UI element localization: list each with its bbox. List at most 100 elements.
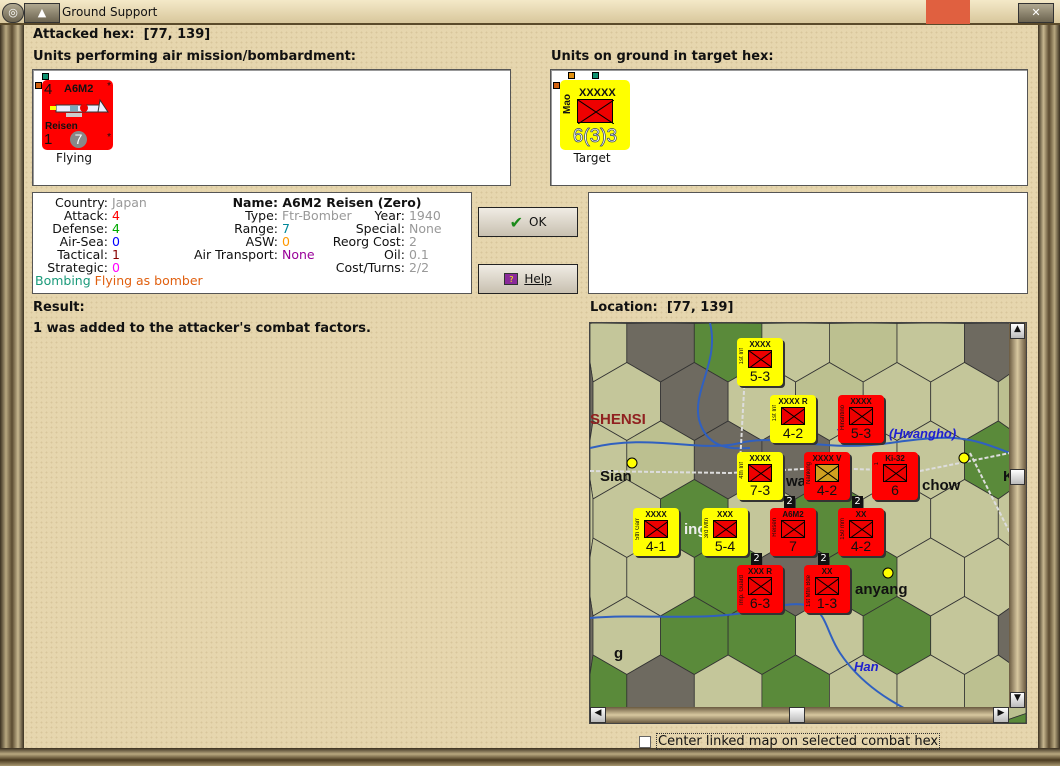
result-label: Result: bbox=[33, 300, 85, 315]
stack-count-badge: 2 bbox=[784, 496, 795, 508]
unit-type-symbol bbox=[713, 520, 737, 538]
map-unit-counter[interactable]: XXX R 6-3 Imp. Guard bbox=[737, 565, 783, 613]
title-bar: ◎ ▲ Ground Support ✕ bbox=[0, 0, 1060, 25]
checkbox-label: Center linked map on selected combat hex bbox=[656, 733, 941, 750]
scroll-right-arrow[interactable]: ▶ bbox=[993, 707, 1009, 723]
counter-name: Imp. Guard bbox=[739, 575, 745, 606]
vertical-scroll-thumb[interactable] bbox=[1010, 469, 1025, 485]
attackers-list[interactable]: 4 A6M2 * Reisen 1 7 * Flying bbox=[32, 69, 511, 186]
counter-name: 4th Inf bbox=[739, 462, 745, 479]
unit-info-panel: Country: Japan Attack: 4 Defense: 4 Air-… bbox=[32, 192, 472, 294]
map-vertical-scrollbar[interactable]: ▲ ▼ bbox=[1009, 323, 1026, 708]
river-label: Han bbox=[854, 659, 879, 674]
map-unit-counter[interactable]: XX 4-2 150 mm bbox=[838, 508, 884, 556]
system-menu-icon[interactable]: ◎ bbox=[2, 3, 24, 23]
infantry-symbol bbox=[577, 99, 615, 125]
unit-type-symbol bbox=[815, 577, 839, 595]
info-col-2: Name: A6M2 Reisen (Zero) Type: Ftr-Bombe… bbox=[193, 195, 422, 262]
window-title: Ground Support bbox=[62, 5, 158, 19]
unit-type-symbol bbox=[748, 577, 772, 595]
counter-strength: 4-2 bbox=[816, 482, 838, 498]
unit-status: Flying bbox=[56, 151, 92, 165]
map-unit-counter[interactable]: XXXX 5-3 1st Inf bbox=[737, 338, 783, 386]
scroll-down-arrow[interactable]: ▼ bbox=[1010, 692, 1025, 708]
attackers-heading: Units performing air mission/bombardment… bbox=[33, 49, 357, 64]
map-unit-counter[interactable]: XX 1-3 1st Mtn Bde bbox=[804, 565, 850, 613]
counter-strength: 4-1 bbox=[645, 538, 667, 554]
counter-strength: 4-2 bbox=[850, 538, 872, 554]
checkbox-box[interactable] bbox=[639, 735, 651, 748]
window-frame-left bbox=[0, 25, 24, 766]
close-button[interactable]: ✕ bbox=[1018, 3, 1054, 23]
counter-name: Hinshtino bbox=[840, 405, 846, 431]
map-unit-counter[interactable]: XXXX 7-3 4th Inf bbox=[737, 452, 783, 500]
counter-attack: 4 bbox=[44, 81, 53, 98]
unit-counter-mao[interactable]: XXXXX Mao 6(3)3 bbox=[560, 80, 630, 150]
info-col-3: Year: 1940 Special: None Reorg Cost: 2 O… bbox=[332, 208, 442, 275]
counter-name: 1st Inf bbox=[739, 348, 745, 365]
counter-name: 1st Inf bbox=[772, 405, 778, 422]
map-unit-counter[interactable]: XXXX 4-1 5th Garr bbox=[633, 508, 679, 556]
counter-strength: 5-3 bbox=[749, 368, 771, 384]
help-label: Help bbox=[524, 272, 552, 286]
unit-type-symbol bbox=[883, 464, 907, 482]
defenders-list[interactable]: XXXXX Mao 6(3)3 Target bbox=[550, 69, 1028, 186]
stack-count-badge: 2 bbox=[852, 496, 863, 508]
unit-type-symbol bbox=[849, 520, 873, 538]
map-unit-counter[interactable]: Ki-32 6 1 bbox=[872, 452, 918, 500]
attacked-hex: Attacked hex: [77, 139] bbox=[33, 27, 211, 42]
map-unit-counter[interactable]: XXXX R 4-2 1st Inf bbox=[770, 395, 816, 443]
counter-name: 1st Mtn Bde bbox=[806, 575, 812, 608]
unit-status: Target bbox=[573, 151, 611, 165]
place-label: anyang bbox=[855, 581, 908, 598]
unit-counter-a6m2[interactable]: 4 A6M2 * Reisen 1 7 * bbox=[42, 80, 113, 150]
result-text: 1 was added to the attacker's combat fac… bbox=[33, 321, 371, 336]
ok-label: OK bbox=[529, 215, 547, 229]
map-unit-counter[interactable]: A6M2 7 Reisen bbox=[770, 508, 816, 556]
counter-strength: 4-2 bbox=[782, 425, 804, 441]
map-unit-counter[interactable]: XXXX 5-3 Hinshtino bbox=[838, 395, 884, 443]
counter-name: Nanking bbox=[806, 462, 812, 485]
ok-button[interactable]: ✔ OK bbox=[478, 207, 578, 237]
mission-type: Bombing bbox=[35, 273, 91, 288]
collapse-button[interactable]: ▲ bbox=[24, 3, 60, 23]
scroll-left-arrow[interactable]: ◀ bbox=[590, 707, 606, 723]
window-frame-right bbox=[1038, 25, 1060, 766]
map-unit-counter[interactable]: XXXX V 4-2 Nanking bbox=[804, 452, 850, 500]
map-view[interactable]: SHENSI Sian wa chow ing anyang K g Y (Hw… bbox=[589, 322, 1027, 724]
counter-strength: 7-3 bbox=[749, 482, 771, 498]
mission-note: Flying as bomber bbox=[94, 273, 203, 288]
stack-count-badge: 2 bbox=[818, 553, 829, 565]
center-map-checkbox[interactable]: Center linked map on selected combat hex bbox=[639, 733, 941, 750]
unit-type-symbol bbox=[781, 407, 805, 425]
help-button[interactable]: ? Help bbox=[478, 264, 578, 294]
place-label: chow bbox=[922, 477, 961, 494]
unit-type-symbol bbox=[644, 520, 668, 538]
counter-star: * bbox=[107, 132, 111, 143]
counter-name: 3rd Mtn bbox=[704, 518, 710, 539]
map-unit-counter[interactable]: XXX 5-4 3rd Mtn bbox=[702, 508, 748, 556]
location-label: Location: [77, 139] bbox=[590, 300, 734, 315]
scroll-up-arrow[interactable]: ▲ bbox=[1010, 323, 1025, 339]
counter-strength: 7 bbox=[789, 538, 797, 554]
unit-type-symbol bbox=[849, 407, 873, 425]
map-horizontal-scrollbar[interactable]: ◀ ▶ bbox=[590, 707, 1009, 723]
help-book-icon: ? bbox=[504, 273, 519, 285]
counter-name: 1 bbox=[874, 462, 880, 466]
place-label: g bbox=[614, 645, 624, 662]
stack-count-badge: 2 bbox=[751, 553, 762, 565]
unit-type-symbol bbox=[815, 464, 839, 482]
counter-name: 150 mm bbox=[840, 518, 846, 540]
plane-icon bbox=[50, 98, 109, 117]
counter-size: XXXXX bbox=[579, 87, 616, 99]
counter-star: * bbox=[107, 81, 111, 92]
place-label: Sian bbox=[600, 468, 632, 485]
counter-strength: 6 bbox=[891, 482, 899, 498]
horizontal-scroll-thumb[interactable] bbox=[789, 707, 805, 723]
counter-tactical: 1 bbox=[44, 131, 53, 148]
unit-type-symbol bbox=[748, 464, 772, 482]
counter-name: 5th Garr bbox=[635, 518, 641, 541]
window-frame-bottom bbox=[0, 748, 1060, 766]
place-label: wa bbox=[786, 473, 807, 490]
counter-strength: 5-4 bbox=[714, 538, 736, 554]
